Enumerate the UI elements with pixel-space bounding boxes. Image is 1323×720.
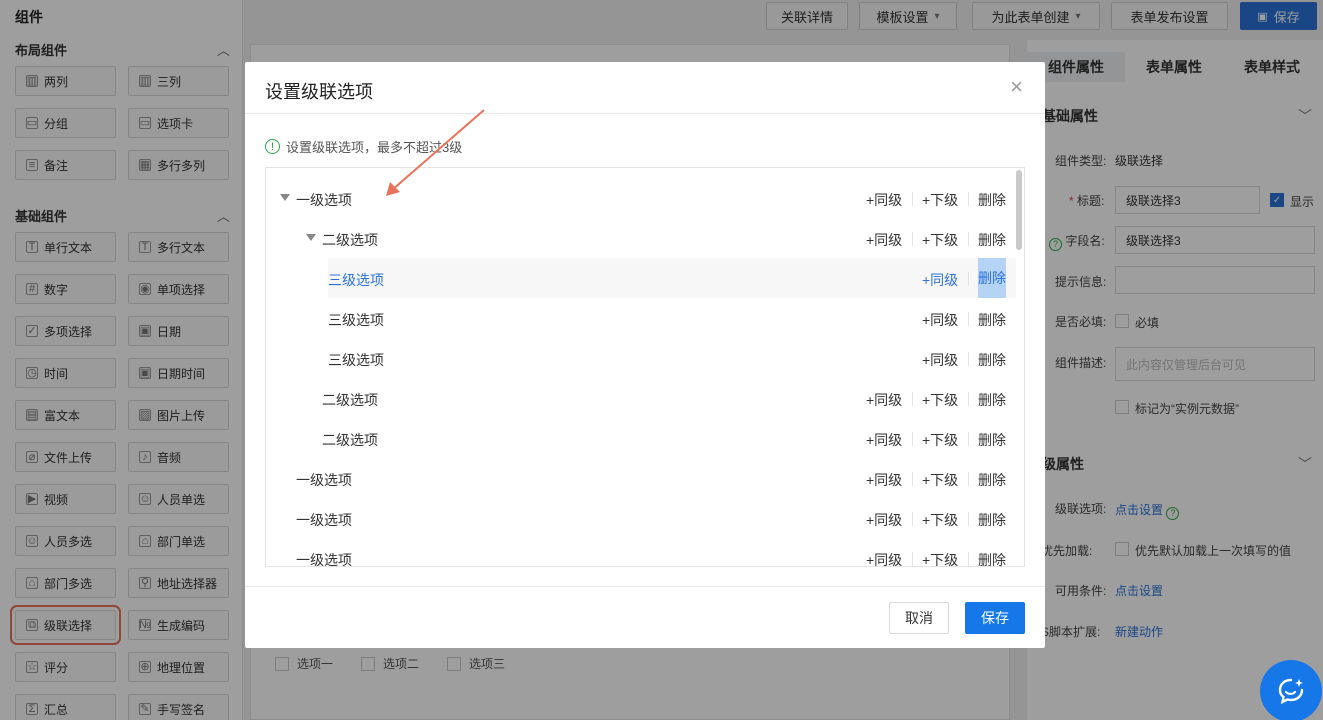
action-divider: [912, 432, 913, 446]
delete-button[interactable]: 删除: [978, 258, 1006, 298]
add-child-button[interactable]: +下级: [922, 470, 958, 490]
add-sibling-button[interactable]: +同级: [866, 390, 902, 410]
dialog-title: 设置级联选项: [265, 82, 373, 102]
tree-row-level-3[interactable]: 三级选项 +同级 删除: [328, 258, 1016, 298]
save-button[interactable]: 保存: [965, 602, 1025, 634]
delete-button[interactable]: 删除: [978, 430, 1006, 450]
chat-sparkle-icon: [1278, 678, 1304, 705]
action-divider: [912, 512, 913, 526]
add-sibling-button[interactable]: +同级: [866, 190, 902, 210]
delete-button[interactable]: 删除: [978, 230, 1006, 250]
tree-node-label[interactable]: 一级选项: [296, 550, 352, 566]
tree-row-level-2[interactable]: 二级选项 +同级 +下级 删除: [266, 418, 1016, 458]
tree-row-level-2[interactable]: 二级选项 +同级 +下级 删除: [266, 378, 1016, 418]
chat-assistant-button[interactable]: [1260, 660, 1322, 720]
action-divider: [968, 552, 969, 566]
tree-node-label[interactable]: 二级选项: [322, 390, 378, 410]
delete-button[interactable]: 删除: [978, 190, 1006, 210]
cancel-button[interactable]: 取消: [889, 602, 949, 634]
tree-row-level-1[interactable]: 一级选项 +同级 +下级 删除: [266, 458, 1016, 498]
add-sibling-button[interactable]: +同级: [922, 350, 958, 370]
cascade-options-dialog: 设置级联选项 × ! 设置级联选项，最多不超过3级 一级选项 +同级 +下级 删除 二级…: [245, 62, 1045, 648]
action-divider: [968, 232, 969, 246]
add-sibling-button[interactable]: +同级: [866, 470, 902, 490]
action-divider: [968, 352, 969, 366]
expand-triangle-icon[interactable]: [280, 194, 290, 201]
add-sibling-button[interactable]: +同级: [866, 550, 902, 566]
expand-triangle-icon[interactable]: [306, 234, 316, 241]
dialog-tip: ! 设置级联选项，最多不超过3级: [265, 137, 462, 156]
add-child-button[interactable]: +下级: [922, 230, 958, 250]
action-divider: [912, 472, 913, 486]
add-sibling-button[interactable]: +同级: [866, 430, 902, 450]
action-divider: [968, 272, 969, 286]
action-divider: [968, 392, 969, 406]
tree-node-label[interactable]: 一级选项: [296, 470, 352, 490]
tree-row-level-3[interactable]: 三级选项 +同级 删除: [266, 338, 1016, 378]
tree-node-label[interactable]: 三级选项: [328, 310, 384, 330]
add-sibling-button[interactable]: +同级: [922, 270, 958, 290]
delete-button[interactable]: 删除: [978, 390, 1006, 410]
action-divider: [912, 192, 913, 206]
dialog-footer-divider: [245, 586, 1045, 587]
tree-node-label[interactable]: 二级选项: [322, 430, 378, 450]
dialog-header-divider: [245, 113, 1045, 114]
tree-node-label[interactable]: 三级选项: [328, 270, 384, 290]
tree-row-level-2[interactable]: 二级选项 +同级 +下级 删除: [266, 218, 1016, 258]
add-child-button[interactable]: +下级: [922, 190, 958, 210]
add-child-button[interactable]: +下级: [922, 390, 958, 410]
action-divider: [968, 312, 969, 326]
action-divider: [968, 472, 969, 486]
tree-node-label[interactable]: 一级选项: [296, 510, 352, 530]
tree-node-label[interactable]: 二级选项: [322, 230, 378, 250]
action-divider: [912, 232, 913, 246]
action-divider: [912, 392, 913, 406]
add-sibling-button[interactable]: +同级: [866, 510, 902, 530]
add-sibling-button[interactable]: +同级: [922, 310, 958, 330]
tree-node-label[interactable]: 一级选项: [296, 190, 352, 210]
delete-button[interactable]: 删除: [978, 550, 1006, 566]
action-divider: [968, 432, 969, 446]
tree-node-label[interactable]: 三级选项: [328, 350, 384, 370]
tree-row-level-1[interactable]: 一级选项 +同级 +下级 删除: [266, 498, 1016, 538]
tree-scrollbar[interactable]: [1016, 170, 1022, 250]
cascade-tree: 一级选项 +同级 +下级 删除 二级选项 +同级 +下级 删除 三级选项 +同级 删除 三级选项 +同级…: [265, 167, 1025, 567]
add-child-button[interactable]: +下级: [922, 510, 958, 530]
action-divider: [968, 192, 969, 206]
info-icon: !: [265, 139, 280, 154]
add-child-button[interactable]: +下级: [922, 430, 958, 450]
delete-button[interactable]: 删除: [978, 350, 1006, 370]
delete-button[interactable]: 删除: [978, 310, 1006, 330]
add-child-button[interactable]: +下级: [922, 550, 958, 566]
action-divider: [912, 552, 913, 566]
tree-row-level-3[interactable]: 三级选项 +同级 删除: [266, 298, 1016, 338]
action-divider: [968, 512, 969, 526]
add-sibling-button[interactable]: +同级: [866, 230, 902, 250]
delete-button[interactable]: 删除: [978, 470, 1006, 490]
tree-row-level-1[interactable]: 一级选项 +同级 +下级 删除: [266, 538, 1016, 566]
delete-button[interactable]: 删除: [978, 510, 1006, 530]
tree-row-level-1[interactable]: 一级选项 +同级 +下级 删除: [266, 178, 1016, 218]
close-icon[interactable]: ×: [1010, 76, 1023, 98]
